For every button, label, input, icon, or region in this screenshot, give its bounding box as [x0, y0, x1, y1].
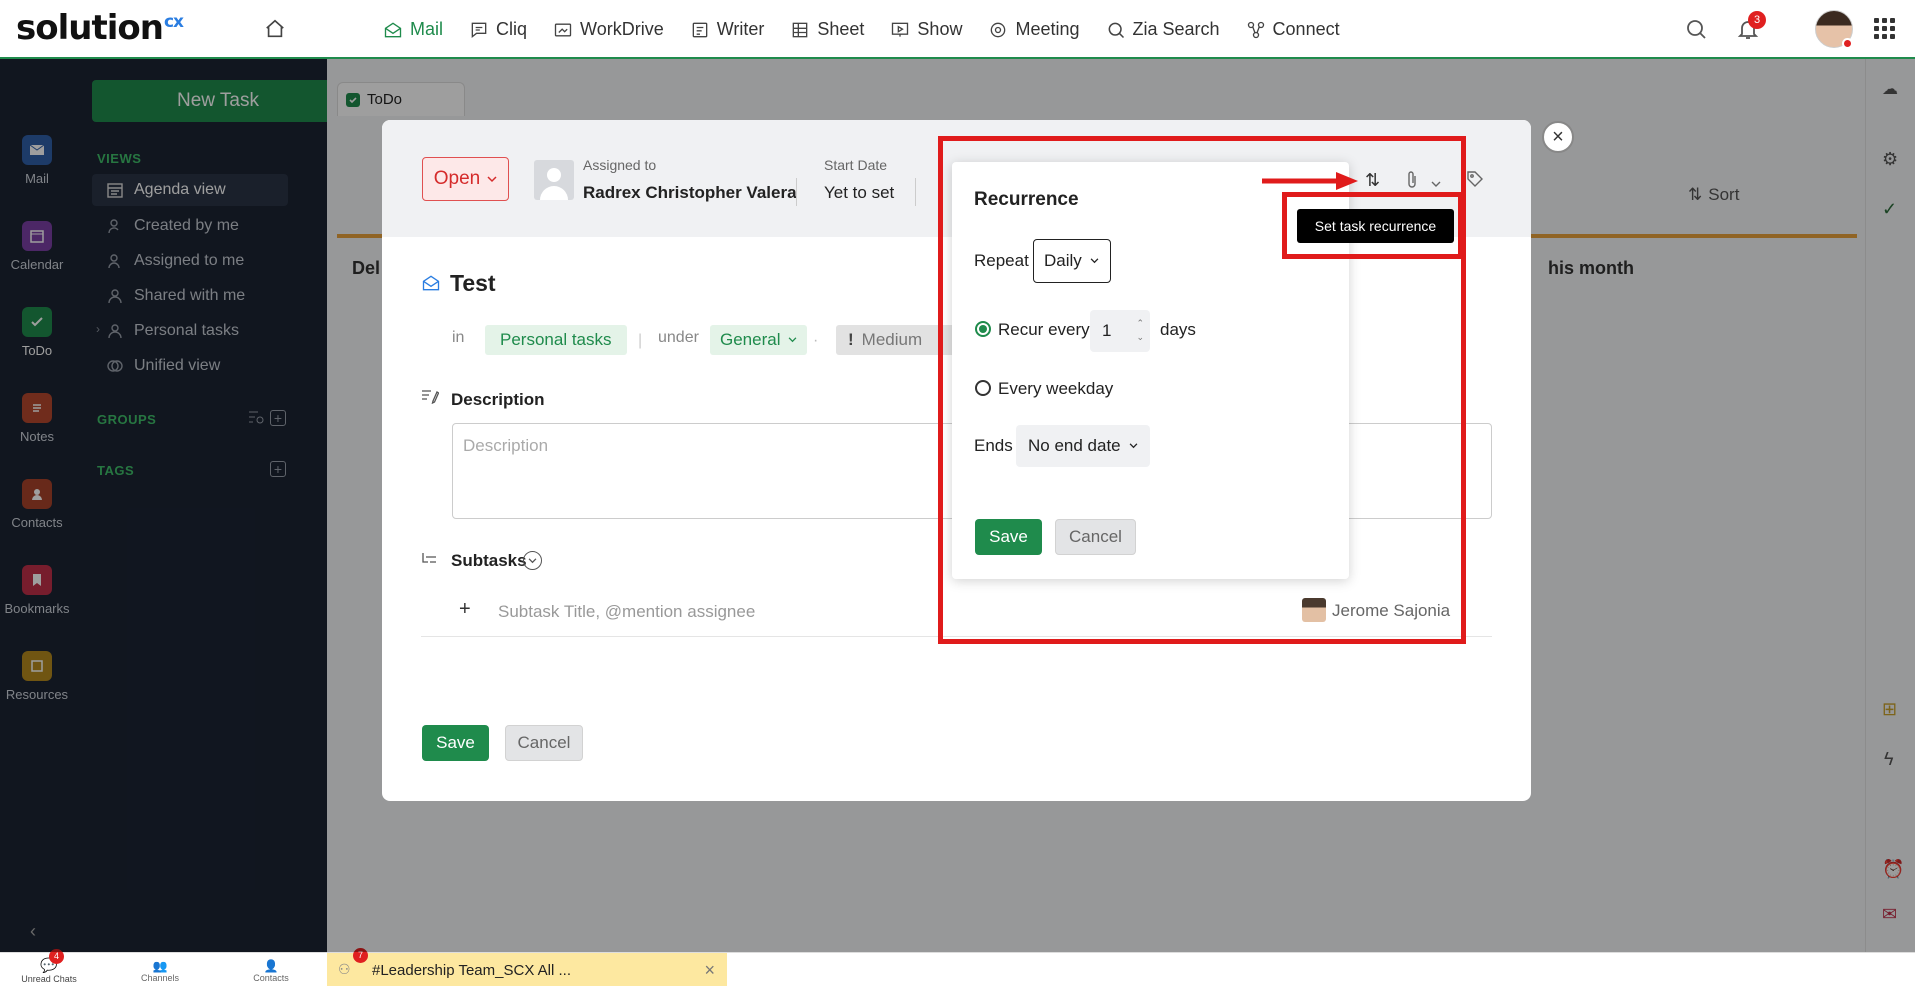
add-subtask-icon[interactable]: +	[459, 598, 471, 621]
mail-icon	[384, 22, 402, 37]
show-icon	[892, 22, 909, 37]
nav-cliq[interactable]: Cliq	[460, 0, 536, 59]
subtasks-collapse-icon[interactable]	[523, 551, 542, 570]
tag-icon[interactable]	[1466, 170, 1484, 193]
subtasks-label: Subtasks	[451, 551, 527, 570]
description-label: Description	[451, 390, 545, 409]
home-icon[interactable]	[264, 18, 286, 45]
task-cancel-button[interactable]: Cancel	[505, 725, 583, 761]
separator-dot: ·	[813, 332, 819, 349]
nav-meeting[interactable]: Meeting	[979, 0, 1088, 59]
chevron-down-icon	[487, 175, 497, 182]
in-label: in	[452, 329, 465, 346]
drive-icon	[554, 23, 572, 36]
under-label: under	[658, 329, 699, 346]
sheet-icon	[793, 22, 808, 37]
close-icon[interactable]: ×	[704, 960, 715, 981]
writer-icon	[692, 22, 708, 37]
contacts-button[interactable]: 👤 Contacts	[241, 959, 301, 983]
nav-writer[interactable]: Writer	[681, 0, 774, 59]
task-save-button[interactable]: Save	[422, 725, 489, 761]
app-nav: Mail Cliq WorkDrive Writer Sheet Show Me…	[374, 0, 1357, 60]
description-icon	[421, 388, 440, 409]
nav-workdrive[interactable]: WorkDrive	[544, 0, 673, 59]
divider	[915, 178, 916, 206]
subtask-input[interactable]: Subtask Title, @mention assignee	[498, 602, 755, 622]
task-title[interactable]: Test	[450, 270, 496, 297]
unread-chats-button[interactable]: 💬 Unread Chats	[14, 957, 84, 984]
separator: |	[638, 332, 643, 349]
search-icon	[1108, 22, 1124, 38]
nav-connect[interactable]: Connect	[1237, 0, 1349, 59]
chevron-down-icon	[789, 337, 797, 343]
contacts-icon: 👤	[263, 959, 279, 973]
chat-icon	[471, 22, 487, 38]
start-date-label: Start Date	[824, 157, 888, 173]
group-dropdown[interactable]: General	[710, 325, 808, 355]
bottom-bar: 💬 Unread Chats 4 👥 Channels 👤 Contacts #…	[0, 948, 1915, 986]
channels-button[interactable]: 👥 Channels	[130, 959, 190, 983]
meeting-icon	[991, 22, 1006, 37]
notification-count-badge: 3	[1748, 11, 1766, 29]
status-dropdown[interactable]: Open	[422, 157, 509, 201]
status-dot	[1842, 38, 1853, 49]
nav-show[interactable]: Show	[881, 0, 971, 59]
annotation-arrow-icon	[1262, 172, 1358, 190]
nav-mail[interactable]: Mail	[374, 0, 453, 60]
assignee-avatar[interactable]	[534, 160, 574, 200]
app-logo[interactable]: solutioncx	[16, 8, 184, 48]
divider	[796, 178, 797, 206]
category-tag[interactable]: Personal tasks	[485, 325, 627, 355]
assignee-name[interactable]: Radrex Christopher Valera	[583, 183, 797, 203]
app-launcher-icon[interactable]	[1874, 18, 1895, 39]
nav-zia-search[interactable]: Zia Search	[1097, 0, 1229, 59]
chat-tab[interactable]: #Leadership Team_SCX All ... ×	[327, 953, 727, 986]
priority-exclamation-icon: !	[848, 330, 854, 349]
subtasks-icon	[421, 551, 439, 572]
recurrence-tooltip: Set task recurrence	[1297, 209, 1454, 243]
nav-sheet[interactable]: Sheet	[781, 0, 873, 59]
description-placeholder: Description	[463, 436, 549, 455]
group-chat-icon: ⚇	[338, 961, 351, 977]
start-date-value[interactable]: Yet to set	[824, 183, 894, 203]
assigned-to-label: Assigned to	[583, 157, 657, 173]
global-search-icon[interactable]	[1684, 17, 1708, 46]
task-type-icon	[421, 273, 441, 298]
channels-icon: 👥	[152, 959, 168, 973]
close-modal-button[interactable]: ×	[1542, 121, 1574, 153]
connect-icon	[1247, 21, 1264, 38]
